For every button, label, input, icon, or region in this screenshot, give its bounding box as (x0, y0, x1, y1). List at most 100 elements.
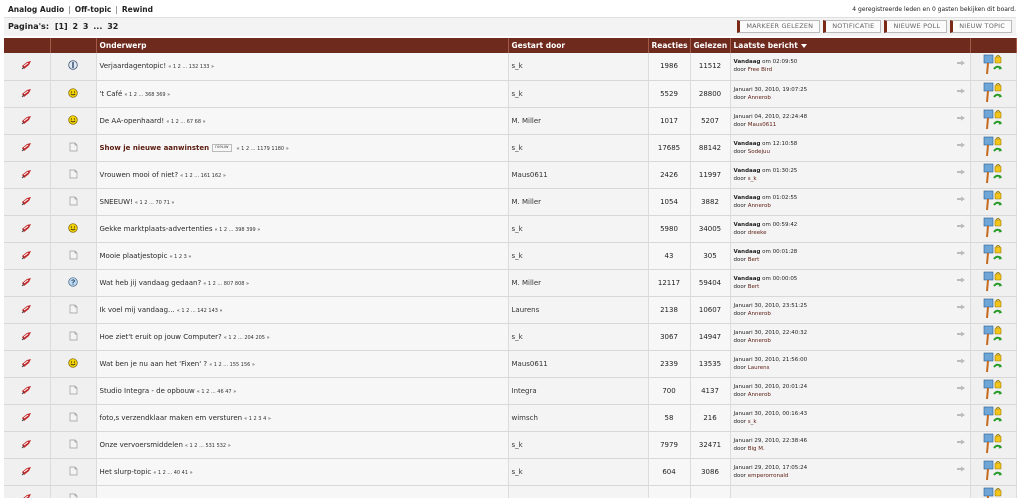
breadcrumb-rewind[interactable]: Rewind (122, 5, 153, 14)
topic-starter-link[interactable]: s_k (512, 90, 523, 98)
topic-pages[interactable]: « 1 2 ... 398 399 » (214, 227, 260, 233)
topic-title-link[interactable]: Verjaardagentopic! (100, 62, 167, 70)
header-views[interactable]: Gelezen (690, 38, 731, 53)
topic-starter-link[interactable]: Integra (512, 387, 537, 395)
moderation-icons[interactable] (983, 325, 1003, 349)
topic-pages[interactable]: « 1 2 ... 142 143 » (177, 308, 223, 314)
topic-starter-link[interactable]: s_k (512, 144, 523, 152)
moderation-icons[interactable] (983, 136, 1003, 160)
topic-title-link[interactable]: Vrouwen mooi of niet? (100, 171, 179, 179)
mark-read-button[interactable]: Markeer gelezen (737, 20, 821, 33)
moderation-icons[interactable] (983, 271, 1003, 295)
go-to-last-post-icon[interactable] (956, 466, 966, 475)
moderation-icons[interactable] (983, 298, 1003, 322)
go-to-last-post-icon[interactable] (956, 223, 966, 232)
topic-title-link[interactable]: Onze vervoersmiddelen (100, 441, 183, 449)
topic-title-link[interactable]: Wat heb jij vandaag gedaan? (100, 279, 202, 287)
last-post-user-link[interactable]: Big M. (748, 446, 765, 452)
breadcrumb-off-topic[interactable]: Off-topic (75, 5, 112, 14)
last-post-user-link[interactable]: Annerob (748, 203, 771, 209)
topic-starter-link[interactable]: M. Miller (512, 198, 542, 206)
notify-button[interactable]: Notificatie (823, 20, 882, 33)
topic-pages[interactable]: « 1 2 ... 531 532 » (185, 443, 231, 449)
go-to-last-post-icon[interactable] (956, 385, 966, 394)
new-topic-button[interactable]: Nieuw topic (950, 20, 1012, 33)
last-post-user-link[interactable]: Annerob (748, 392, 771, 398)
page-link[interactable]: 32 (107, 22, 118, 31)
topic-title-link[interactable]: Ik voel mij vandaag... (100, 306, 175, 314)
topic-title-link[interactable]: Gekke marktplaats-advertenties (100, 225, 213, 233)
header-last-post[interactable]: Laatste bericht (730, 38, 971, 53)
go-to-last-post-icon[interactable] (956, 115, 966, 124)
topic-starter-link[interactable]: s_k (512, 252, 523, 260)
topic-pages[interactable]: « 1 2 ... 46 47 » (197, 389, 237, 395)
moderation-icons[interactable] (983, 54, 1003, 78)
go-to-last-post-icon[interactable] (956, 412, 966, 421)
topic-starter-link[interactable]: s_k (512, 441, 523, 449)
topic-starter-link[interactable]: M. Miller (512, 117, 542, 125)
topic-pages[interactable]: « 1 2 ... 155 156 » (209, 362, 255, 368)
topic-pages[interactable]: « 1 2 ... 161 162 » (180, 173, 226, 179)
moderation-icons[interactable] (983, 460, 1003, 484)
last-post-user-link[interactable]: Bert (748, 257, 760, 263)
topic-pages[interactable]: « 1 2 ... 368 369 » (124, 92, 170, 98)
last-post-user-link[interactable]: s_k (748, 176, 757, 182)
topic-starter-link[interactable]: Maus0611 (512, 171, 548, 179)
breadcrumb-analog-audio[interactable]: Analog Audio (8, 5, 64, 14)
topic-starter-link[interactable]: s_k (512, 62, 523, 70)
topic-title-link[interactable]: foto,s verzendklaar maken em versturen (100, 414, 243, 422)
moderation-icons[interactable] (983, 244, 1003, 268)
go-to-last-post-icon[interactable] (956, 277, 966, 286)
go-to-last-post-icon[interactable] (956, 60, 966, 69)
topic-pages[interactable]: « 1 2 ... 70 71 » (135, 200, 175, 206)
page-link[interactable]: 3 (83, 22, 89, 31)
topic-pages[interactable]: « 1 2 ... 132 133 » (168, 64, 214, 70)
last-post-user-link[interactable]: Annerob (748, 338, 771, 344)
topic-starter-link[interactable]: Laurens (512, 306, 540, 314)
last-post-user-link[interactable]: emperorronald (748, 473, 789, 479)
last-post-user-link[interactable]: Laurens (748, 365, 770, 371)
moderation-icons[interactable] (983, 109, 1003, 133)
topic-pages[interactable]: « 1 2 ... 40 41 » (153, 470, 193, 476)
topic-title-link[interactable]: Het slurp-topic (100, 468, 152, 476)
go-to-last-post-icon[interactable] (956, 142, 966, 151)
topic-pages[interactable]: « 1 2 ... 807 808 » (203, 281, 249, 287)
topic-title-link[interactable]: 't Café (100, 90, 123, 98)
moderation-icons[interactable] (983, 190, 1003, 214)
topic-pages[interactable]: « 1 2 ... 204 205 » (224, 335, 270, 341)
topic-starter-link[interactable]: s_k (512, 225, 523, 233)
topic-pages[interactable]: « 1 2 ... 67 68 » (166, 119, 206, 125)
moderation-icons[interactable] (983, 406, 1003, 430)
go-to-last-post-icon[interactable] (956, 304, 966, 313)
header-started-by[interactable]: Gestart door (508, 38, 649, 53)
go-to-last-post-icon[interactable] (956, 196, 966, 205)
moderation-icons[interactable] (983, 487, 1003, 498)
topic-title-link[interactable]: Hoe ziet't eruit op jouw Computer? (100, 333, 222, 341)
last-post-user-link[interactable]: Annerob (748, 311, 771, 317)
topic-starter-link[interactable]: s_k (512, 468, 523, 476)
topic-pages[interactable]: « 1 2 3 » (169, 254, 191, 260)
last-post-user-link[interactable]: Maus0611 (748, 122, 776, 128)
moderation-icons[interactable] (983, 217, 1003, 241)
topic-title-link[interactable]: De AA-openhaard! (100, 117, 165, 125)
topic-starter-link[interactable]: Maus0611 (512, 360, 548, 368)
topic-starter-link[interactable]: wimsch (512, 414, 538, 422)
moderation-icons[interactable] (983, 433, 1003, 457)
last-post-user-link[interactable]: Free Bird (748, 67, 772, 73)
header-subject[interactable]: Onderwerp (96, 38, 509, 53)
go-to-last-post-icon[interactable] (956, 358, 966, 367)
last-post-user-link[interactable]: Bert (748, 284, 760, 290)
go-to-last-post-icon[interactable] (956, 250, 966, 259)
last-post-user-link[interactable]: Annerob (748, 95, 771, 101)
topic-title-link[interactable]: Wat ben je nu aan het 'Fixen' ? (100, 360, 208, 368)
topic-starter-link[interactable]: s_k (512, 333, 523, 341)
moderation-icons[interactable] (983, 163, 1003, 187)
last-post-user-link[interactable]: dreeke (748, 230, 767, 236)
header-replies[interactable]: Reacties (648, 38, 691, 53)
page-link[interactable]: 2 (73, 22, 79, 31)
moderation-icons[interactable] (983, 82, 1003, 106)
topic-title-link[interactable]: Show je nieuwe aanwinsten (100, 144, 210, 152)
go-to-last-post-icon[interactable] (956, 331, 966, 340)
topic-starter-link[interactable]: M. Miller (512, 279, 542, 287)
last-post-user-link[interactable]: Sodejuu (748, 149, 770, 155)
